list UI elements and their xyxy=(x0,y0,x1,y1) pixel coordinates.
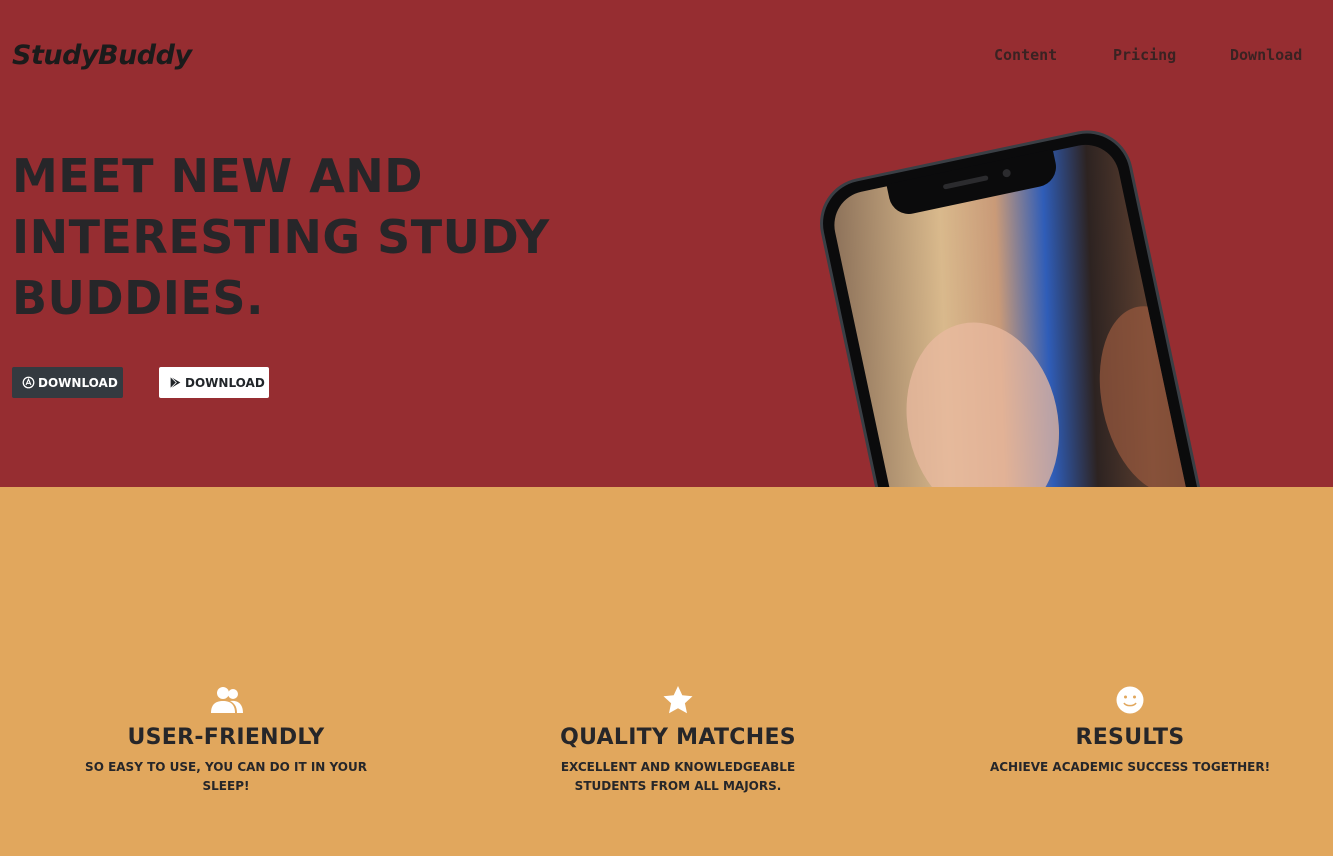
feature-title: Results xyxy=(1075,725,1185,750)
google-play-icon xyxy=(169,376,182,389)
download-button-label: Download xyxy=(185,375,265,390)
feature-description: Achieve academic success together! xyxy=(989,760,1271,774)
feature-user-friendly: User-Friendly So easy to use, you can do… xyxy=(76,685,376,796)
download-app-store-button[interactable]: Download xyxy=(12,367,123,398)
feature-results: Results Achieve academic success togethe… xyxy=(980,685,1280,777)
feature-title: Quality Matches xyxy=(560,725,796,750)
brand-logo[interactable]: StudyBuddy xyxy=(12,40,192,71)
phone-mockup-image xyxy=(811,121,1231,487)
nav-link-content[interactable]: Content xyxy=(994,46,1057,64)
nav-link-pricing[interactable]: Pricing xyxy=(1113,46,1176,64)
star-icon xyxy=(662,685,694,715)
apple-icon xyxy=(22,376,35,389)
hero-section: StudyBuddy Content Pricing Download Meet… xyxy=(0,0,1333,487)
nav-link-download[interactable]: Download xyxy=(1230,46,1302,64)
download-google-play-button[interactable]: Download xyxy=(159,367,269,398)
feature-title: User-Friendly xyxy=(127,725,325,750)
feature-description: So easy to use, you can do it in your sl… xyxy=(85,760,367,793)
hero-headline: Meet new and interesting study buddies. xyxy=(12,149,550,325)
feature-description: Excellent and knowledgeable students fro… xyxy=(560,760,796,793)
download-button-label: Download xyxy=(38,375,118,390)
users-icon xyxy=(210,685,243,715)
feature-quality-matches: Quality Matches Excellent and knowledgea… xyxy=(528,685,828,796)
smile-icon xyxy=(1114,685,1146,715)
